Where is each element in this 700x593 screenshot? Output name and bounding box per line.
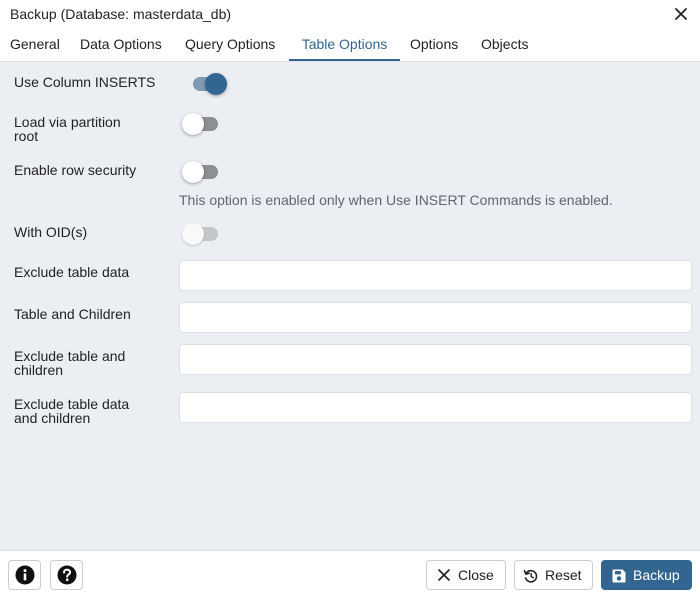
toggle-knob	[182, 113, 204, 135]
table-and-children-label: Table and Children	[14, 306, 131, 322]
tab-bar: General Data Options Query Options Table…	[0, 30, 700, 62]
label-line: and children	[14, 410, 91, 426]
exclude-table-and-children-label: Exclude table and children	[14, 349, 125, 377]
tab-options[interactable]: Options	[410, 30, 458, 61]
toggle-knob	[205, 73, 227, 95]
label-line: children	[14, 362, 64, 378]
toggle-knob	[182, 161, 204, 183]
help-button[interactable]	[50, 560, 83, 590]
with-oids-toggle[interactable]	[182, 223, 220, 245]
reset-icon	[523, 569, 538, 583]
reset-button[interactable]: Reset	[514, 560, 593, 590]
tab-data-options[interactable]: Data Options	[80, 30, 162, 61]
save-icon	[612, 569, 626, 583]
table-and-children-input[interactable]	[179, 302, 692, 333]
reset-button-label: Reset	[545, 567, 582, 583]
enable-row-security-label: Enable row security	[14, 162, 137, 178]
close-dialog-icon[interactable]	[673, 6, 689, 22]
exclude-table-data-input[interactable]	[179, 260, 692, 291]
info-icon	[15, 565, 35, 585]
toggle-knob	[182, 223, 204, 245]
exclude-table-data-and-children-label: Exclude table data and children	[14, 397, 129, 425]
table-options-panel: Use Column INSERTS Load via partition ro…	[0, 62, 700, 550]
close-button-label: Close	[458, 567, 494, 583]
enable-row-security-toggle[interactable]	[182, 161, 220, 183]
tab-objects[interactable]: Objects	[481, 30, 528, 61]
tab-query-options[interactable]: Query Options	[185, 30, 275, 61]
close-icon	[438, 569, 450, 581]
help-icon	[57, 565, 77, 585]
load-via-partition-root-label: Load via partition root	[14, 115, 121, 143]
tab-general[interactable]: General	[10, 30, 60, 61]
dialog-titlebar: Backup (Database: masterdata_db)	[0, 0, 700, 30]
row-security-hint: This option is enabled only when Use INS…	[179, 192, 613, 208]
backup-button-label: Backup	[633, 567, 680, 583]
info-button[interactable]	[8, 560, 41, 590]
load-via-partition-root-toggle[interactable]	[182, 113, 220, 135]
with-oids-label: With OID(s)	[14, 224, 88, 240]
exclude-table-data-and-children-input[interactable]	[179, 392, 692, 423]
exclude-table-data-label: Exclude table data	[14, 264, 130, 280]
label-line: root	[14, 128, 39, 144]
tab-table-options[interactable]: Table Options	[289, 30, 400, 61]
dialog-title: Backup (Database: masterdata_db)	[10, 6, 232, 22]
backup-button[interactable]: Backup	[601, 560, 692, 590]
use-column-inserts-label: Use Column INSERTS	[14, 74, 156, 90]
dialog-footer: Close Reset Backup	[0, 550, 700, 593]
use-column-inserts-toggle[interactable]	[189, 73, 227, 95]
close-button[interactable]: Close	[426, 560, 506, 590]
exclude-table-and-children-input[interactable]	[179, 344, 692, 375]
